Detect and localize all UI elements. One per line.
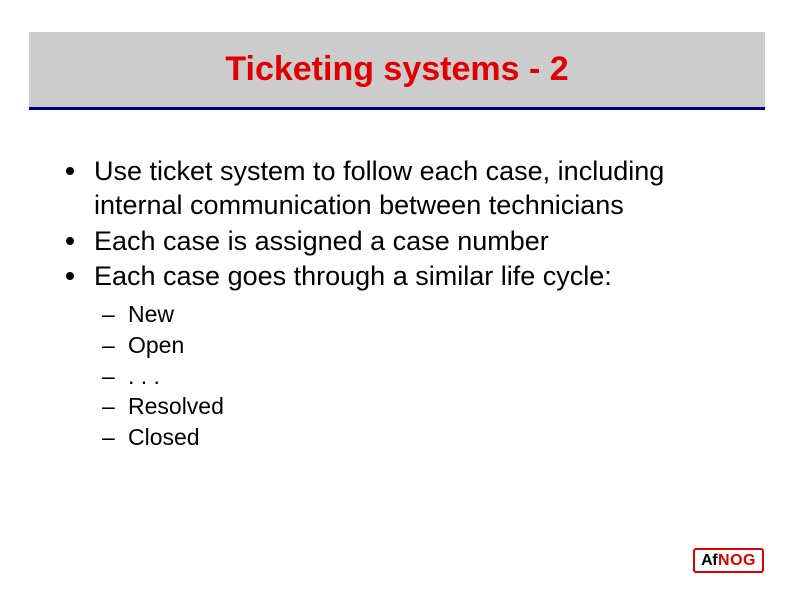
afnog-logo: AfNOG <box>693 548 764 573</box>
bullet-item: Each case is assigned a case number <box>60 225 754 259</box>
bullet-list: Use ticket system to follow each case, i… <box>60 155 754 294</box>
slide-title: Ticketing systems - 2 <box>225 50 568 89</box>
slide-content: Use ticket system to follow each case, i… <box>60 155 754 454</box>
sub-bullet-item: Resolved <box>100 392 754 421</box>
logo-part-nog: NOG <box>718 552 756 570</box>
bullet-item: Use ticket system to follow each case, i… <box>60 155 754 223</box>
bullet-item: Each case goes through a similar life cy… <box>60 260 754 294</box>
sub-bullet-item: . . . <box>100 362 754 391</box>
logo-part-af: Af <box>701 552 717 570</box>
sub-bullet-list: New Open . . . Resolved Closed <box>60 300 754 452</box>
sub-bullet-item: New <box>100 300 754 329</box>
title-band: Ticketing systems - 2 <box>29 32 765 110</box>
slide: Ticketing systems - 2 Use ticket system … <box>0 0 794 595</box>
sub-bullet-item: Open <box>100 331 754 360</box>
sub-bullet-item: Closed <box>100 423 754 452</box>
